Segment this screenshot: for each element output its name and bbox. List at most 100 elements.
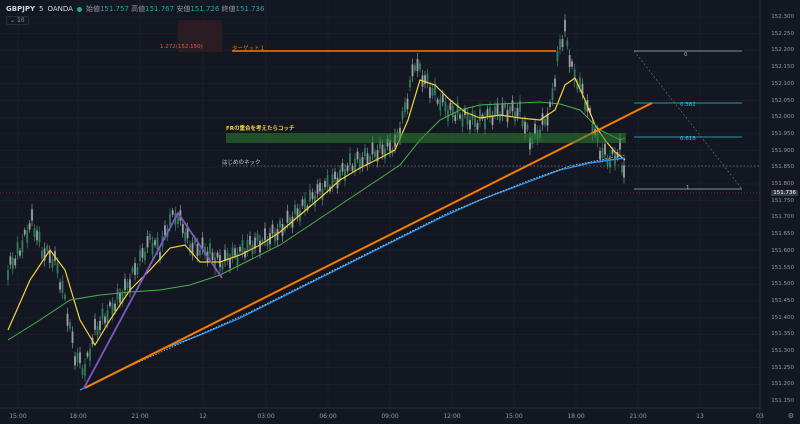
price-tick: 152.000 <box>771 114 794 121</box>
candle-body <box>401 111 404 120</box>
candle-body <box>449 102 452 111</box>
candle-body <box>351 165 354 171</box>
price-tick: 151.500 <box>771 281 794 288</box>
price-chart[interactable] <box>0 0 800 424</box>
candle-body <box>154 240 156 246</box>
candle-body <box>234 248 236 256</box>
candle-body <box>511 100 514 112</box>
candle-body <box>544 118 546 125</box>
price-tick: 151.550 <box>771 264 794 271</box>
candle-body <box>96 326 99 336</box>
market-status-icon <box>76 6 82 12</box>
candle-body <box>99 320 101 330</box>
candle-body <box>119 293 121 303</box>
candle-body <box>31 209 33 221</box>
interval-label[interactable]: 5 <box>39 5 43 13</box>
candle-body <box>521 120 524 127</box>
abc-wave <box>83 211 223 389</box>
candle-body <box>369 156 371 162</box>
candle-body <box>114 303 116 311</box>
candle-body <box>416 59 419 72</box>
source-label: OANDA <box>47 5 73 13</box>
candle-body <box>246 239 249 251</box>
candle-body <box>466 113 469 125</box>
price-tick: 151.150 <box>771 398 794 405</box>
candle-body <box>424 75 426 84</box>
candle-body <box>356 151 359 160</box>
candle-body <box>361 157 364 168</box>
candle-body <box>126 281 129 289</box>
fr-zone <box>226 133 626 143</box>
ma-fast-line <box>7 77 626 347</box>
candle-body <box>344 169 346 181</box>
candle-body <box>196 243 199 256</box>
price-tick: 151.200 <box>771 381 794 388</box>
candle-body <box>509 106 511 114</box>
candle-body <box>109 301 111 307</box>
candle-body <box>274 232 276 242</box>
candle-body <box>199 249 201 256</box>
candle-body <box>309 189 311 202</box>
candle-body <box>61 280 64 293</box>
candle-body <box>164 225 166 236</box>
price-tick: 151.300 <box>771 348 794 354</box>
candle-body <box>146 236 149 248</box>
candle-body <box>38 231 41 243</box>
candle-body <box>28 223 31 230</box>
candle-body <box>374 151 376 157</box>
candle-body <box>419 63 421 70</box>
candle-body <box>571 61 573 67</box>
candle-body <box>364 147 366 157</box>
indicator-collapse-button[interactable]: ⌄ 10 <box>6 16 29 25</box>
candle-body <box>556 51 559 62</box>
candle-body <box>216 252 219 258</box>
fib-level-1: 1 <box>686 185 690 191</box>
candle-body <box>354 158 356 171</box>
candle-body <box>46 245 49 251</box>
candle-body <box>579 77 581 88</box>
price-tick: 152.300 <box>771 14 794 20</box>
ohlc-readout: 始値151.757 高値151.767 安値151.726 終値151.736 <box>85 5 265 13</box>
candle-body <box>599 150 601 160</box>
candle-body <box>444 101 447 112</box>
candle-body <box>554 78 556 87</box>
candle-body <box>411 64 414 77</box>
candle-body <box>21 240 24 253</box>
candle-body <box>429 87 431 98</box>
candle-body <box>286 210 289 223</box>
fib-level-618: 0.618 <box>680 136 696 142</box>
candle-body <box>106 310 109 323</box>
candle-body <box>229 258 231 269</box>
time-tick: 12 <box>199 413 207 420</box>
price-tick: 152.050 <box>771 97 794 104</box>
candle-body <box>14 258 17 266</box>
candle-body <box>381 144 384 155</box>
time-tick: 03 <box>756 413 764 420</box>
candle-body <box>219 255 221 268</box>
price-tick: 151.700 <box>771 214 794 221</box>
candle-body <box>7 270 9 281</box>
candle-body <box>56 262 59 274</box>
candle-body <box>141 248 144 258</box>
candle-body <box>74 356 76 366</box>
candle-body <box>496 103 499 115</box>
candle-body <box>454 115 457 121</box>
settings-gear-icon[interactable]: ⚙ <box>788 412 794 420</box>
symbol-name[interactable]: GBPJPY <box>6 5 35 13</box>
candle-body <box>149 233 151 240</box>
candle-body <box>501 103 504 116</box>
candle-body <box>71 331 74 343</box>
candle-body <box>144 251 146 261</box>
candle-body <box>441 94 444 103</box>
last-price-tag: 151.736 <box>771 190 798 196</box>
price-tick: 151.850 <box>771 164 794 171</box>
candle-body <box>484 117 486 130</box>
candle-body <box>451 105 454 118</box>
candle-body <box>124 279 126 291</box>
candle-body <box>456 102 459 115</box>
candle-body <box>476 123 479 130</box>
candle-body <box>101 308 104 320</box>
candle-body <box>86 352 89 357</box>
candle-body <box>256 233 259 241</box>
candle-body <box>89 348 91 361</box>
